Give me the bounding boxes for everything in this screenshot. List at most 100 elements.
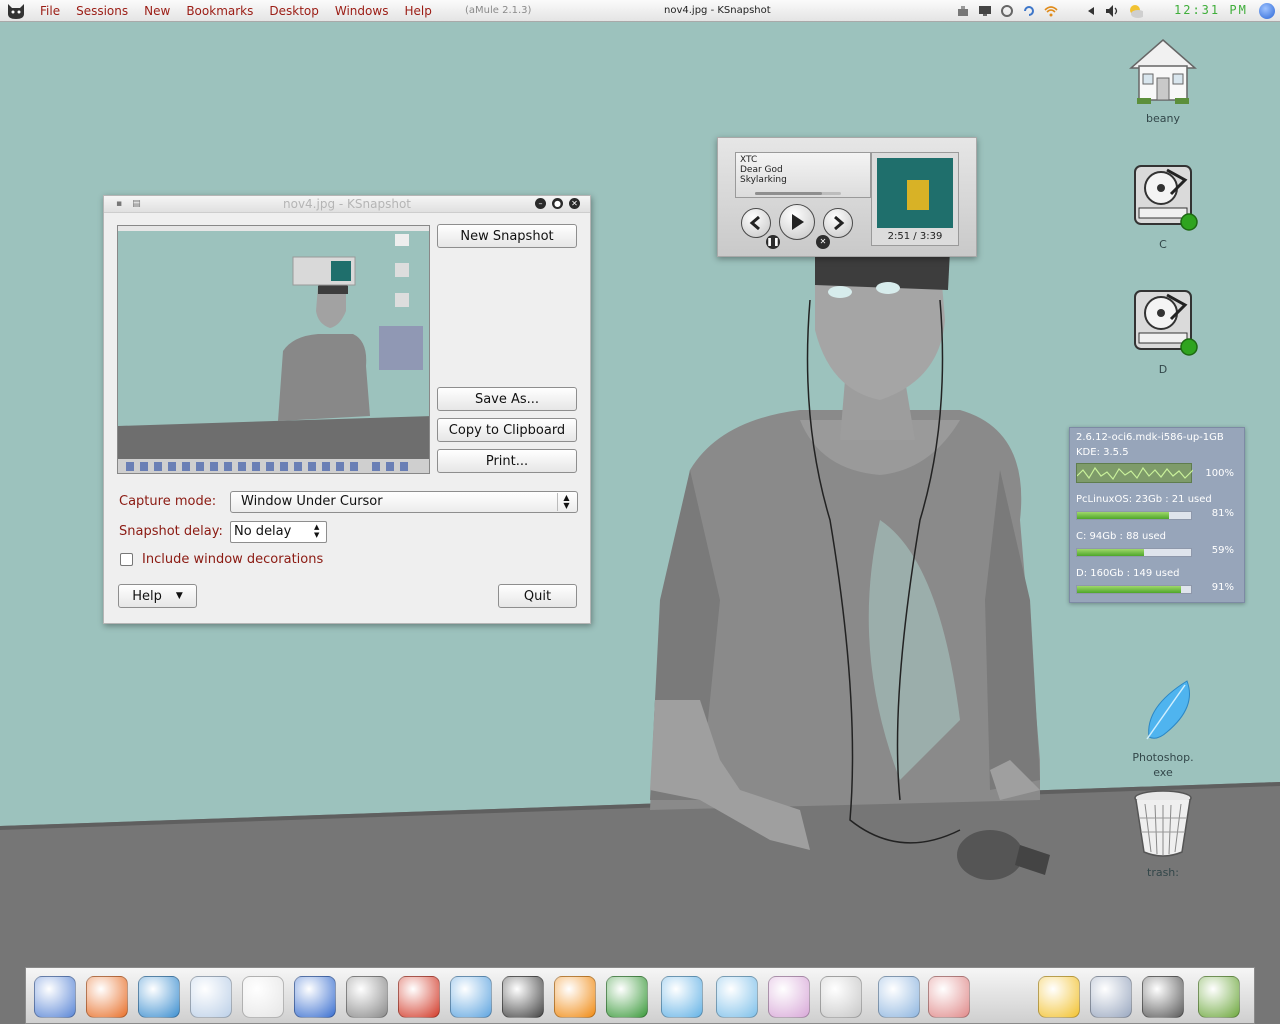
wifi-icon[interactable] [1043,3,1059,19]
desktop-icon-label: Photoshop. exe [1132,751,1194,779]
track-artist: XTC [740,155,758,165]
dashboard-icon[interactable] [450,976,492,1018]
kde-menu-icon[interactable] [1259,3,1275,19]
copy-to-clipboard-button[interactable]: Copy to Clipboard [437,418,577,442]
left-arrow-icon[interactable] [1083,3,1099,19]
video-icon[interactable] [606,976,648,1018]
new-snapshot-button[interactable]: New Snapshot [437,224,577,248]
help-button[interactable]: Help ▼ [118,584,197,608]
cat-logo-icon[interactable] [0,0,32,22]
next-track-button[interactable] [823,208,853,238]
mail-icon[interactable] [242,976,284,1018]
save-as-label: Save As... [474,391,540,407]
gimp-icon[interactable] [346,976,388,1018]
home-icon [1129,39,1197,104]
network-icon[interactable] [955,3,971,19]
disk-label: D: 160Gb : 149 used [1076,568,1180,579]
settings-icon[interactable] [1090,976,1132,1018]
ipod-icon[interactable] [768,976,810,1018]
previous-track-button[interactable] [741,208,771,238]
include-decorations-label[interactable]: Include window decorations [142,552,323,567]
track-album: Skylarking [740,175,787,185]
minimize-button[interactable]: – [535,198,546,209]
camera-icon[interactable] [928,976,970,1018]
menu-windows[interactable]: Windows [327,4,397,18]
updown-arrows-icon: ▲ ▼ [557,493,575,511]
photo-icon[interactable] [1198,976,1240,1018]
track-time: 2:51 / 3:39 [887,231,943,242]
rabbit-icon[interactable] [190,976,232,1018]
snapshot-preview[interactable] [117,225,430,474]
dock [25,967,1255,1024]
clapper-icon[interactable] [502,976,544,1018]
snapshot-delay-spinbox[interactable]: No delay ▲ ▼ [230,521,327,543]
menu-bookmarks[interactable]: Bookmarks [178,4,261,18]
window-title: nov4.jpg - KSnapshot [283,197,411,211]
refresh-icon[interactable] [1021,3,1037,19]
seek-bar[interactable] [755,192,841,195]
cpu-percent: 100% [1205,468,1234,479]
music-player-icon[interactable] [716,976,758,1018]
close-icon: ✕ [571,199,578,208]
save-as-button[interactable]: Save As... [437,387,577,411]
menu-sessions[interactable]: Sessions [68,4,136,18]
print-button[interactable]: Print... [437,449,577,473]
close-player-button[interactable]: ✕ [816,235,830,249]
burner-icon[interactable] [398,976,440,1018]
capture-mode-select[interactable]: Window Under Cursor ▲ ▼ [230,491,578,513]
harddisk-icon [1134,165,1198,231]
track-title: Dear God [740,165,783,175]
snapshot-delay-value: No delay [234,524,292,539]
close-icon: ✕ [819,237,827,246]
pause-button[interactable]: ❚❚ [766,235,780,249]
dropdown-arrow-icon: ▼ [175,591,183,601]
taskbar-app-amule[interactable]: (aMule 2.1.3) [465,5,531,16]
scanner-icon[interactable] [878,976,920,1018]
gauge-icon[interactable] [1142,976,1184,1018]
ksnapshot-window: ▪ ▤ nov4.jpg - KSnapshot – ● ✕ New Snaps… [103,195,591,624]
clock[interactable]: 12:31 PM [1174,3,1248,17]
tux-icon[interactable] [1038,976,1080,1018]
vlc-icon[interactable] [554,976,596,1018]
menu-new[interactable]: New [136,4,178,18]
spin-arrows-icon[interactable]: ▲ ▼ [314,523,324,539]
menu-help[interactable]: Help [396,4,439,18]
maximize-button[interactable]: ● [552,198,563,209]
monitor-icon[interactable] [977,3,993,19]
include-decorations-checkbox[interactable] [120,553,133,566]
disk-label: C: 94Gb : 88 used [1076,531,1167,542]
menu-file[interactable]: File [32,4,68,18]
menu-desktop[interactable]: Desktop [261,4,327,18]
phone-icon[interactable] [820,976,862,1018]
feather-icon [1146,680,1190,740]
kernel-version: 2.6.12-oci6.mdk-i586-up-1GB [1076,432,1224,443]
desktop-icon-home[interactable]: beany [1118,36,1208,126]
itunes-icon[interactable] [661,976,703,1018]
quit-button[interactable]: Quit [498,584,577,608]
finder-icon[interactable] [34,976,76,1018]
desktop-icon-label: beany [1146,112,1180,125]
notes-icon[interactable] [294,976,336,1018]
window-titlebar[interactable]: ▪ ▤ nov4.jpg - KSnapshot – ● ✕ [104,196,590,213]
desktop-icon-photoshop[interactable]: Photoshop. exe [1118,664,1208,793]
cpu-graph [1076,463,1194,483]
firefox-icon[interactable] [86,976,128,1018]
network-globe-icon[interactable] [138,976,180,1018]
harddisk-icon [1134,290,1198,356]
weather-icon[interactable] [1127,3,1143,19]
top-menubar: File Sessions New Bookmarks Desktop Wind… [0,0,1280,22]
power-icon[interactable] [999,3,1015,19]
volume-icon[interactable] [1105,3,1121,19]
desktop-icon-trash[interactable]: trash: [1118,788,1208,880]
desktop-icon-drive-c[interactable]: C [1118,160,1208,252]
chevron-left-icon [749,216,760,230]
play-icon [792,214,804,230]
trash-icon [1134,790,1192,857]
desktop-icon-drive-d[interactable]: D [1118,285,1208,377]
capture-mode-value: Window Under Cursor [241,494,383,509]
play-button[interactable] [779,204,815,240]
maximize-icon: ● [554,199,561,208]
close-button[interactable]: ✕ [569,198,580,209]
disk-percent: 91% [1211,582,1234,593]
desktop-icon-label: trash: [1147,866,1179,879]
